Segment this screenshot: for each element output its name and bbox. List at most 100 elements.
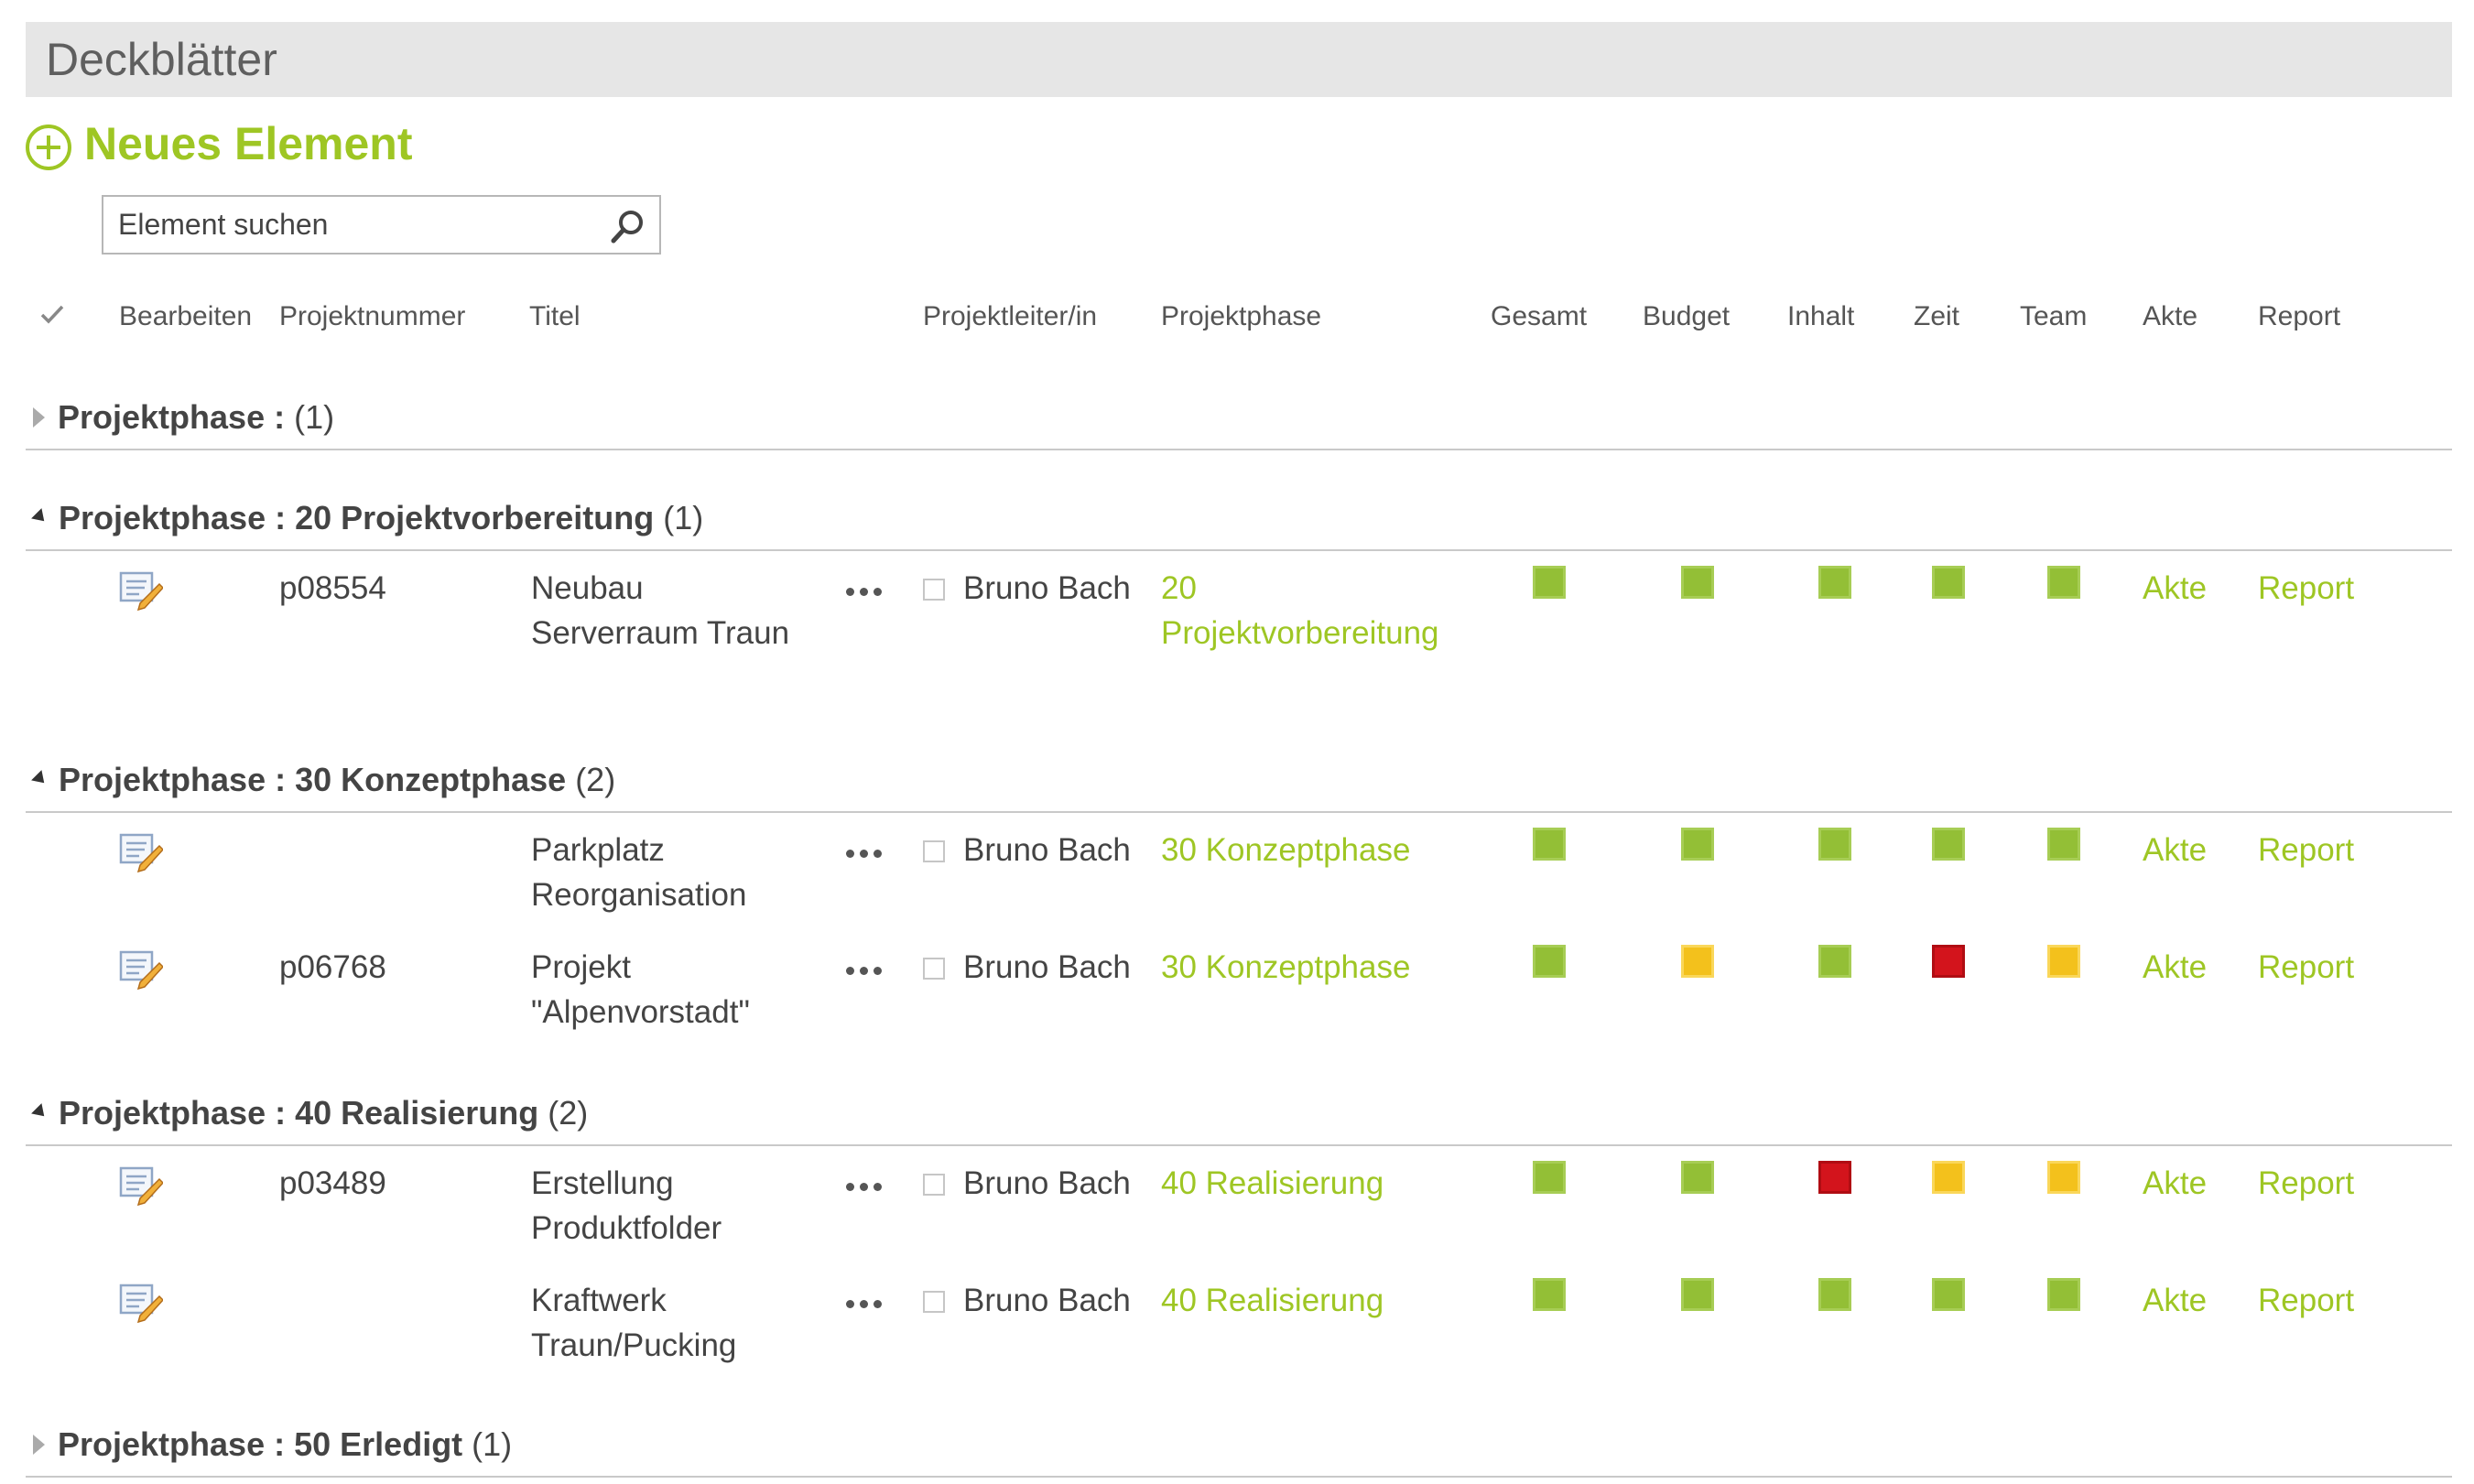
collapse-arrow-icon[interactable]: [31, 508, 49, 526]
project-title[interactable]: Parkplatz Reorganisation: [531, 828, 806, 917]
group-label: Projektphase :: [59, 1094, 287, 1132]
more-actions-icon[interactable]: [846, 850, 886, 859]
group-label: Projektphase :: [58, 1425, 286, 1463]
group-label: Projektphase :: [59, 499, 287, 536]
group-header-empty[interactable]: Projektphase : (1): [33, 397, 334, 438]
group-header-50[interactable]: Projektphase : 50 Erledigt (1): [33, 1424, 512, 1465]
more-actions-icon[interactable]: [846, 967, 886, 976]
status-budget: [1681, 828, 1714, 861]
project-title[interactable]: Neubau Serverraum Traun: [531, 566, 806, 655]
project-number: p08554: [279, 570, 386, 606]
leader-presence-checkbox[interactable]: [923, 1174, 945, 1196]
status-overall: [1533, 945, 1566, 978]
project-leader[interactable]: Bruno Bach: [963, 566, 1131, 611]
search-input[interactable]: [103, 197, 598, 253]
col-header-overall[interactable]: Gesamt: [1491, 298, 1587, 335]
status-time: [1932, 1161, 1965, 1194]
project-number: p03489: [279, 1165, 386, 1201]
leader-presence-checkbox[interactable]: [923, 579, 945, 601]
project-title[interactable]: Projekt "Alpenvorstadt": [531, 945, 806, 1034]
group-count: (1): [294, 398, 335, 436]
project-phase[interactable]: 20 Projektvorbereitung: [1161, 566, 1472, 655]
file-link[interactable]: Akte: [2143, 1278, 2207, 1323]
edit-icon[interactable]: [119, 1166, 163, 1207]
project-leader[interactable]: Bruno Bach: [963, 1161, 1131, 1206]
file-link[interactable]: Akte: [2143, 828, 2207, 872]
project-leader[interactable]: Bruno Bach: [963, 945, 1131, 990]
col-header-project-number[interactable]: Projektnummer: [279, 298, 465, 335]
status-time: [1932, 945, 1965, 978]
col-header-budget[interactable]: Budget: [1643, 298, 1730, 335]
edit-icon[interactable]: [119, 950, 163, 991]
report-link[interactable]: Report: [2258, 566, 2354, 611]
col-header-title[interactable]: Titel: [529, 298, 581, 335]
leader-presence-checkbox[interactable]: [923, 840, 945, 862]
group-value: 50 Erledigt: [294, 1425, 463, 1463]
project-phase[interactable]: 30 Konzeptphase: [1161, 828, 1472, 872]
status-time: [1932, 828, 1965, 861]
group-divider: [26, 811, 2452, 813]
leader-presence-checkbox[interactable]: [923, 1291, 945, 1313]
edit-icon[interactable]: [119, 1284, 163, 1324]
new-element-button[interactable]: Neues Element: [26, 117, 412, 170]
status-overall: [1533, 828, 1566, 861]
more-actions-icon[interactable]: [846, 1300, 886, 1309]
page-title-bar: Deckblätter: [26, 22, 2452, 97]
status-overall: [1533, 566, 1566, 599]
status-overall: [1533, 1161, 1566, 1194]
project-phase[interactable]: 30 Konzeptphase: [1161, 945, 1472, 990]
status-overall: [1533, 1278, 1566, 1311]
project-leader[interactable]: Bruno Bach: [963, 828, 1131, 872]
group-divider: [26, 449, 2452, 450]
report-link[interactable]: Report: [2258, 945, 2354, 990]
report-link[interactable]: Report: [2258, 1161, 2354, 1206]
page-title: Deckblätter: [46, 34, 277, 85]
status-budget: [1681, 566, 1714, 599]
status-content: [1818, 828, 1851, 861]
group-count: (1): [663, 499, 704, 536]
more-actions-icon[interactable]: [846, 588, 886, 597]
status-team: [2047, 828, 2080, 861]
file-link[interactable]: Akte: [2143, 1161, 2207, 1206]
leader-presence-checkbox[interactable]: [923, 958, 945, 980]
status-content: [1818, 1161, 1851, 1194]
group-header-40[interactable]: Projektphase : 40 Realisierung (2): [31, 1093, 588, 1133]
group-count: (1): [472, 1425, 513, 1463]
status-content: [1818, 945, 1851, 978]
project-phase[interactable]: 40 Realisierung: [1161, 1278, 1472, 1323]
edit-icon[interactable]: [119, 571, 163, 612]
expand-arrow-icon[interactable]: [33, 407, 45, 428]
col-header-content[interactable]: Inhalt: [1787, 298, 1854, 335]
report-link[interactable]: Report: [2258, 1278, 2354, 1323]
search-icon[interactable]: [610, 208, 646, 244]
group-value: 20 Projektvorbereitung: [295, 499, 655, 536]
col-header-leader[interactable]: Projektleiter/in: [923, 298, 1097, 335]
edit-icon[interactable]: [119, 833, 163, 873]
group-header-20[interactable]: Projektphase : 20 Projektvorbereitung (1…: [31, 498, 704, 538]
status-content: [1818, 566, 1851, 599]
project-phase[interactable]: 40 Realisierung: [1161, 1161, 1472, 1206]
report-link[interactable]: Report: [2258, 828, 2354, 872]
select-all-checkmark-icon[interactable]: [38, 300, 66, 328]
col-header-phase[interactable]: Projektphase: [1161, 298, 1321, 335]
collapse-arrow-icon[interactable]: [31, 1103, 49, 1121]
group-divider: [26, 549, 2452, 551]
col-header-team[interactable]: Team: [2020, 298, 2087, 335]
project-title[interactable]: Kraftwerk Traun/Pucking: [531, 1278, 806, 1368]
file-link[interactable]: Akte: [2143, 945, 2207, 990]
col-header-time[interactable]: Zeit: [1914, 298, 1959, 335]
col-header-file[interactable]: Akte: [2143, 298, 2197, 335]
col-header-edit: Bearbeiten: [119, 301, 253, 331]
group-header-30[interactable]: Projektphase : 30 Konzeptphase (2): [31, 760, 615, 800]
status-team: [2047, 1161, 2080, 1194]
file-link[interactable]: Akte: [2143, 566, 2207, 611]
status-time: [1932, 1278, 1965, 1311]
collapse-arrow-icon[interactable]: [31, 770, 49, 788]
col-header-report[interactable]: Report: [2258, 298, 2340, 335]
status-time: [1932, 566, 1965, 599]
project-title[interactable]: Erstellung Produktfolder: [531, 1161, 806, 1251]
more-actions-icon[interactable]: [846, 1183, 886, 1192]
project-leader[interactable]: Bruno Bach: [963, 1278, 1131, 1323]
status-content: [1818, 1278, 1851, 1311]
expand-arrow-icon[interactable]: [33, 1435, 45, 1455]
